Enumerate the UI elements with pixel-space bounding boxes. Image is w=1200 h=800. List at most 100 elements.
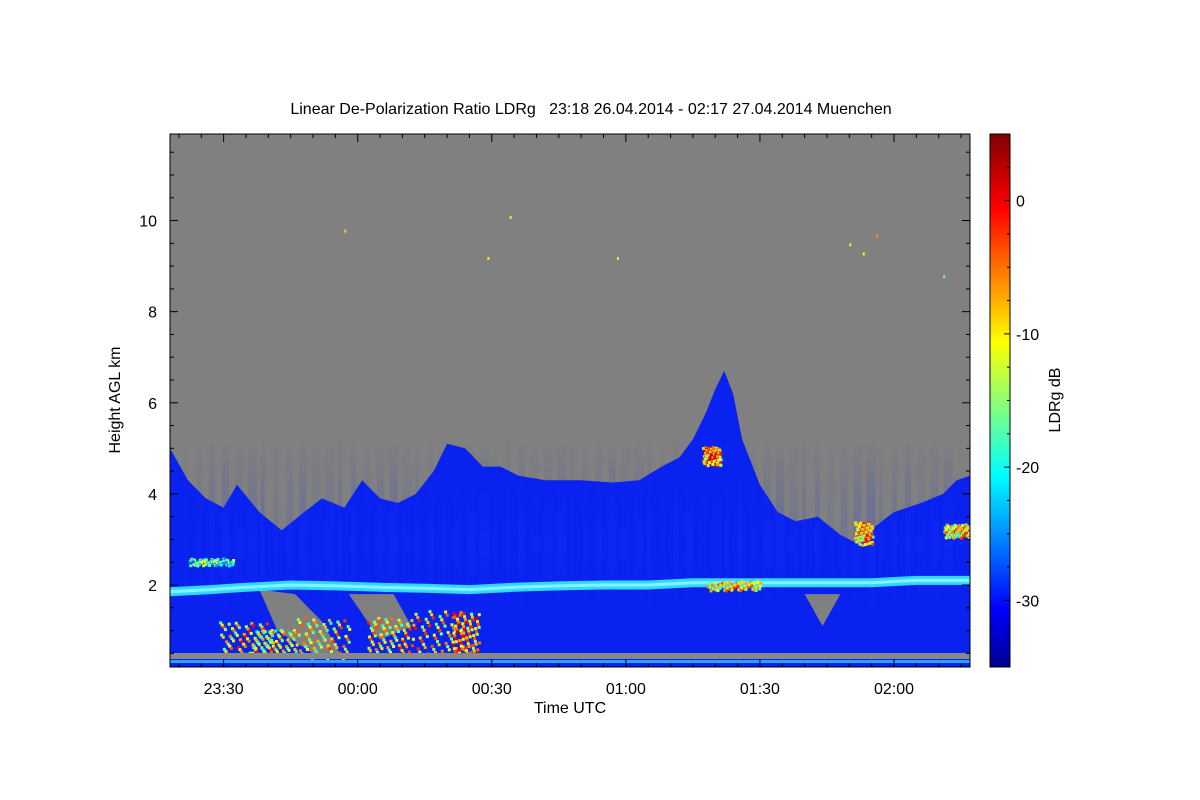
fall-streak <box>660 439 666 649</box>
ldr-speckle <box>855 540 859 544</box>
ldr-speckle <box>472 634 476 638</box>
ldr-speckle <box>251 624 255 628</box>
fall-streak <box>222 439 230 649</box>
ldr-speckle <box>471 643 475 647</box>
ldr-speckle <box>458 639 462 642</box>
ldr-speckle <box>964 532 968 535</box>
ldr-speckle <box>224 560 228 564</box>
ldr-speckle <box>478 641 482 645</box>
ldr-speckle <box>228 564 232 568</box>
fall-streak <box>209 439 216 649</box>
ldr-speckle <box>460 634 464 638</box>
ldr-speckle <box>231 563 235 567</box>
ldr-speckle <box>381 624 385 628</box>
ldr-speckle <box>386 646 390 649</box>
fall-streak <box>544 439 553 649</box>
ldr-speckle <box>710 449 714 453</box>
data-point <box>849 243 852 247</box>
ldr-speckle <box>282 632 286 636</box>
ldr-speckle <box>400 623 404 627</box>
ldr-speckle <box>280 639 284 643</box>
ldr-speckle <box>455 630 459 634</box>
ldr-speckle <box>445 613 449 617</box>
ldr-speckle <box>343 619 347 623</box>
ldr-speckle <box>863 525 867 529</box>
ldr-speckle <box>422 628 426 632</box>
ldr-speckle <box>410 644 414 648</box>
ldr-speckle <box>407 650 411 654</box>
ldr-speckle <box>290 644 294 648</box>
ldr-speckle <box>470 628 474 632</box>
ldr-speckle <box>462 627 466 631</box>
ldr-speckle <box>300 623 303 627</box>
ldr-speckle <box>857 525 861 529</box>
ldr-speckle <box>416 647 420 651</box>
ldr-speckle <box>467 632 471 636</box>
ldr-speckle <box>871 526 875 530</box>
ldr-speckle <box>730 588 734 592</box>
ldr-speckle <box>373 634 377 638</box>
ldr-speckle <box>744 588 748 591</box>
ldr-speckle <box>292 637 296 641</box>
ldr-speckle <box>432 647 436 651</box>
ldr-speckle <box>456 617 460 621</box>
fall-streak <box>673 439 680 649</box>
ldr-speckle <box>306 622 310 626</box>
ldr-speckle <box>465 636 469 640</box>
ldr-speckle <box>457 648 461 652</box>
fall-streak <box>917 439 925 649</box>
fall-streak <box>698 439 707 649</box>
x-tick-label: 00:00 <box>338 681 378 698</box>
fall-streak <box>737 439 743 649</box>
ldr-speckle <box>865 533 869 537</box>
ldr-speckle <box>421 625 424 629</box>
ldr-speckle <box>474 627 478 631</box>
fall-streak <box>711 439 721 649</box>
ldr-speckle <box>294 649 298 653</box>
ldr-speckle <box>322 635 325 639</box>
ldr-speckle <box>426 621 430 624</box>
ldr-speckle <box>450 637 453 641</box>
ldr-speckle <box>334 630 338 634</box>
ldr-speckle <box>864 537 868 541</box>
ldr-speckle <box>269 640 273 644</box>
data-point <box>344 229 347 233</box>
ldr-speckle <box>196 564 200 568</box>
ldr-speckle <box>474 630 478 633</box>
ldr-speckle <box>367 621 371 625</box>
ldr-speckle <box>739 588 742 592</box>
ldr-speckle <box>347 640 351 644</box>
ldr-speckle <box>399 646 403 650</box>
ldr-speckle <box>709 453 713 457</box>
ldr-speckle <box>304 645 308 649</box>
ldr-speckle <box>279 645 283 649</box>
ldr-speckle <box>295 643 299 647</box>
ldr-speckle <box>412 623 416 627</box>
ldr-speckle <box>712 459 716 463</box>
ldr-speckle <box>303 616 307 620</box>
ldr-speckle <box>722 585 726 589</box>
ldr-speckle <box>423 646 427 649</box>
ldr-speckle <box>750 584 754 588</box>
ldr-speckle <box>405 645 409 649</box>
ldr-speckle <box>346 625 350 629</box>
ldr-speckle <box>465 649 468 653</box>
ldr-speckle <box>854 523 858 526</box>
x-axis-label: Time UTC <box>534 700 606 717</box>
ldr-speckle <box>709 589 713 593</box>
ldr-speckle <box>704 457 707 461</box>
ldr-speckle <box>332 640 336 644</box>
ldr-speckle <box>706 464 710 468</box>
fall-streak <box>492 439 497 649</box>
ldr-speckle <box>457 623 461 627</box>
ldr-speckle <box>378 619 382 623</box>
ldr-speckle <box>471 618 475 622</box>
ldr-speckle <box>424 617 428 621</box>
ldr-speckle <box>446 645 450 649</box>
fall-streak <box>183 439 188 649</box>
ldr-speckle <box>464 646 468 650</box>
ldr-speckle <box>459 611 463 614</box>
ldr-speckle <box>302 642 306 646</box>
ldr-speckle <box>869 536 873 540</box>
ldr-speckle <box>395 638 399 642</box>
